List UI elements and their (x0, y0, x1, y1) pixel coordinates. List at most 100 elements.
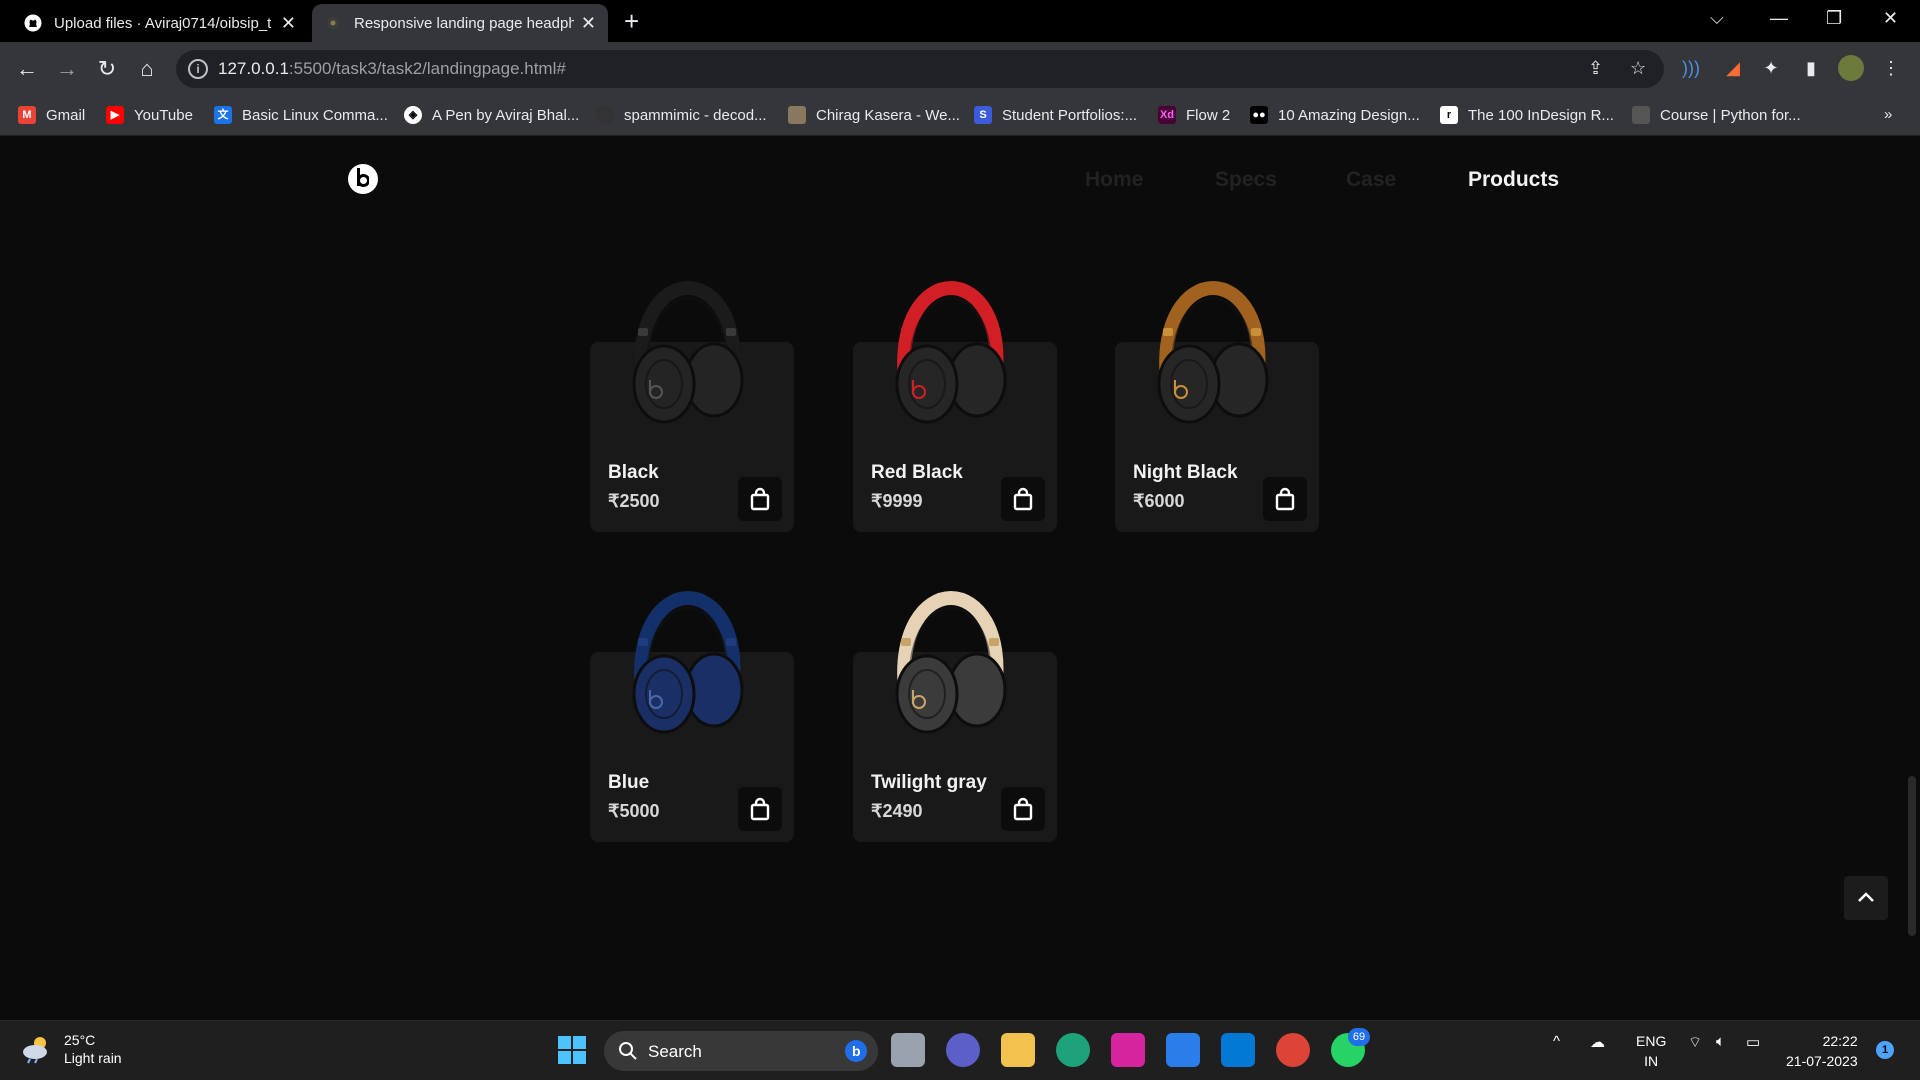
tab-landing-page[interactable]: Responsive landing page headph ✕ (312, 4, 608, 42)
add-to-cart-button[interactable] (738, 477, 782, 521)
task-view-icon[interactable] (891, 1033, 925, 1067)
notification-badge[interactable]: 1 (1876, 1041, 1894, 1059)
teams-chat-icon[interactable] (946, 1033, 980, 1067)
address-bar[interactable]: i 127.0.0.1:5500/task3/task2/landingpage… (176, 50, 1664, 88)
bookmark-10-amazing-design[interactable]: ●● 10 Amazing Design... (1250, 106, 1420, 124)
whatsapp-unread-badge: 69 (1348, 1028, 1370, 1046)
windows-start-icon[interactable] (555, 1033, 589, 1067)
url-text[interactable]: 127.0.0.1:5500/task3/task2/landingpage.h… (218, 59, 566, 79)
xd-icon: Xd (1158, 106, 1176, 124)
add-to-cart-button[interactable] (1001, 787, 1045, 831)
bookmark-indesign[interactable]: r The 100 InDesign R... (1440, 106, 1614, 124)
nav-link-home[interactable]: Home (1085, 168, 1143, 192)
bookmarks-bar: M Gmail ▶ YouTube 文 Basic Linux Comma... ◈ A… (0, 96, 1920, 136)
headphone-image (1157, 280, 1269, 424)
bing-icon: b (845, 1040, 867, 1062)
bookmarks-overflow-icon[interactable]: » (1884, 106, 1892, 123)
bookmark-chirag-kasera[interactable]: Chirag Kasera - We... (788, 106, 960, 124)
product-price: ₹9999 (871, 491, 923, 511)
onedrive-icon[interactable]: ☁ (1590, 1033, 1605, 1051)
puzzle-extensions-icon[interactable]: ✦ (1758, 55, 1784, 81)
read-aloud-extension-icon[interactable]: ))) (1678, 55, 1704, 81)
product-name: Red Black (871, 462, 963, 483)
edge-browser-icon[interactable] (1056, 1033, 1090, 1067)
bookmark-codepen[interactable]: ◈ A Pen by Aviraj Bhal... (404, 106, 579, 124)
browser-toolbar: ← → ↻ ⌂ i 127.0.0.1:5500/task3/task2/lan… (0, 42, 1920, 96)
reload-button[interactable]: ↻ (92, 54, 122, 84)
clock-date: 21-07-2023 (1786, 1053, 1858, 1069)
bookmark-label: A Pen by Aviraj Bhal... (432, 106, 580, 124)
bookmark-label: YouTube (134, 106, 193, 124)
svg-text:b: b (852, 1043, 861, 1059)
bookmark-youtube[interactable]: ▶ YouTube (106, 106, 193, 124)
new-tab-button[interactable]: + (624, 8, 639, 34)
r-icon: r (1440, 106, 1458, 124)
battery-icon[interactable]: ▭ (1746, 1033, 1760, 1051)
product-price: ₹6000 (1133, 491, 1185, 511)
product-name: Blue (608, 772, 650, 793)
file-explorer-icon[interactable] (1001, 1033, 1035, 1067)
nav-link-specs[interactable]: Specs (1215, 168, 1277, 192)
product-price: ₹5000 (608, 801, 660, 821)
share-icon[interactable]: ⇪ (1588, 58, 1603, 79)
bookmark-student-portfolios[interactable]: S Student Portfolios:... (974, 106, 1137, 124)
shopping-bag-icon (1013, 487, 1033, 511)
bookmark-basic-linux[interactable]: 文 Basic Linux Comma... (214, 106, 388, 124)
scroll-to-top-button[interactable] (1844, 876, 1888, 920)
instagram-icon[interactable] (1111, 1033, 1145, 1067)
language-indicator[interactable]: ENG IN (1636, 1031, 1666, 1071)
youtube-icon: ▶ (106, 106, 124, 124)
close-window-button[interactable]: ✕ (1883, 8, 1898, 29)
product-price: ₹2500 (608, 491, 660, 511)
chrome-icon[interactable] (1276, 1033, 1310, 1067)
url-host: 127.0.0.1 (218, 59, 289, 78)
menu-kebab-icon[interactable]: ⋮ (1878, 55, 1904, 81)
bookmark-spammimic[interactable]: spammimic - decod... (596, 106, 767, 124)
tab-upload-files[interactable]: Upload files · Aviraj0714/oibsip_t ✕ (12, 4, 308, 42)
gmail-icon: M (18, 106, 36, 124)
system-clock[interactable]: 22:22 21-07-2023 (1786, 1031, 1858, 1071)
bookmark-label: Student Portfolios:... (1002, 106, 1138, 124)
page-scrollbar[interactable] (1908, 776, 1916, 936)
add-to-cart-button[interactable] (1263, 477, 1307, 521)
profile-avatar[interactable] (1838, 55, 1864, 81)
weather-widget[interactable]: 25°C Light rain (20, 1031, 122, 1067)
nav-link-products[interactable]: Products (1468, 168, 1559, 192)
bookmark-course-python[interactable]: Course | Python for... (1632, 106, 1801, 124)
home-icon[interactable]: ⌂ (132, 54, 162, 84)
extension-icon[interactable]: ◢ (1720, 55, 1746, 81)
shopping-bag-icon (750, 487, 770, 511)
bookmark-gmail[interactable]: M Gmail (18, 106, 85, 124)
bookmark-label: Course | Python for... (1660, 106, 1801, 124)
page-icon (327, 17, 339, 29)
forward-button[interactable]: → (52, 54, 82, 84)
microsoft-store-icon[interactable] (1166, 1033, 1200, 1067)
tab-title: Upload files · Aviraj0714/oibsip_t (54, 14, 272, 32)
bookmark-star-icon[interactable]: ☆ (1630, 58, 1646, 79)
add-to-cart-button[interactable] (1001, 477, 1045, 521)
tab-search-chevron-icon[interactable]: ⌵ (1710, 8, 1724, 29)
vscode-icon[interactable] (1221, 1033, 1255, 1067)
tray-overflow-chevron-icon[interactable]: ^ (1553, 1033, 1560, 1050)
taskbar-search[interactable]: Search b (604, 1031, 878, 1071)
back-button[interactable]: ← (12, 54, 42, 84)
bookmark-flow-2[interactable]: Xd Flow 2 (1158, 106, 1230, 124)
url-path: :5500/task3/task2/landingpage.html# (288, 59, 566, 78)
tab-close-icon[interactable]: ✕ (281, 13, 296, 34)
volume-icon[interactable]: 🔈︎ (1716, 1033, 1725, 1050)
search-icon (619, 1042, 637, 1060)
search-label: Search (648, 1042, 702, 1061)
site-info-icon[interactable]: i (188, 59, 208, 79)
translate-icon: 文 (214, 106, 232, 124)
nav-link-case[interactable]: Case (1346, 168, 1396, 192)
shopping-bag-icon (1013, 797, 1033, 821)
shopping-bag-icon (1275, 487, 1295, 511)
tab-close-icon[interactable]: ✕ (581, 13, 596, 34)
headphone-image (632, 280, 744, 424)
minimize-button[interactable]: — (1770, 8, 1788, 29)
wifi-icon[interactable]: ⌔ (1688, 1033, 1702, 1052)
side-panel-icon[interactable]: ▮ (1798, 55, 1824, 81)
restore-button[interactable]: ❐ (1826, 8, 1842, 29)
beats-logo-icon[interactable] (348, 164, 378, 194)
add-to-cart-button[interactable] (738, 787, 782, 831)
